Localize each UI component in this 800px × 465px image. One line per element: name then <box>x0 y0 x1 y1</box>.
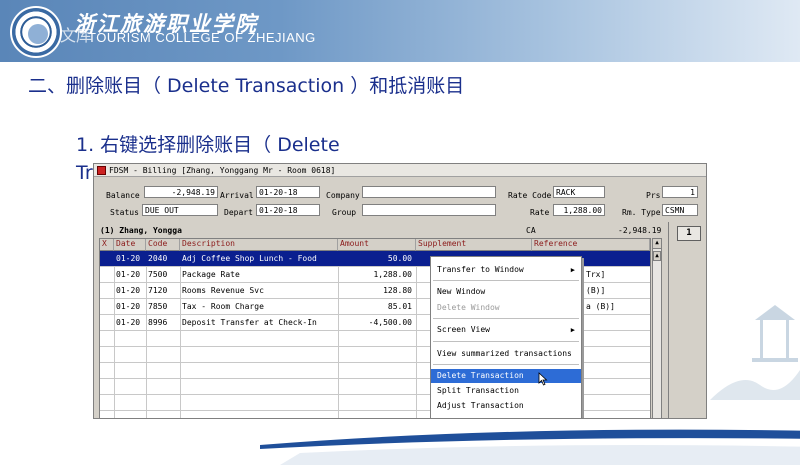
status-field: DUE OUT <box>142 204 218 216</box>
guest-balance: -2,948.19 <box>618 226 662 235</box>
row-description: Deposit Transfer at Check-In <box>182 318 317 327</box>
col-date[interactable]: Date <box>114 239 146 251</box>
col-supplement[interactable]: Supplement <box>416 239 532 251</box>
window-title: FDSM - Billing [Zhang, Yonggang Mr - Roo… <box>109 166 336 175</box>
row-date: 01-20 <box>116 254 141 263</box>
row-description: Rooms Revenue Svc <box>182 286 264 295</box>
arrival-label: Arrival <box>220 191 254 200</box>
group-field[interactable] <box>362 204 496 216</box>
row-date: 01-20 <box>116 318 141 327</box>
col-description[interactable]: Description <box>180 239 338 251</box>
submenu-arrow-icon: ▶ <box>570 266 575 274</box>
row-code: 7120 <box>148 286 168 295</box>
guest-header: (1) Zhang, Yongga CA -2,948.19 <box>98 224 666 236</box>
rate-label: Rate <box>530 208 550 217</box>
menu-item-label: Screen View <box>437 325 490 334</box>
menu-item-adjust-transaction[interactable]: Adjust Transaction <box>431 399 581 413</box>
rate-code-label: Rate Code <box>508 191 552 200</box>
scroll-top-icon[interactable]: ▲ <box>653 239 661 249</box>
slide-heading: 二、删除账目（ Delete Transaction ）和抵消账目 <box>28 75 465 97</box>
submenu-arrow-icon: ▶ <box>570 326 575 334</box>
row-description: Adj Coffee Shop Lunch - Food <box>182 254 317 263</box>
row-amount: 85.01 <box>387 302 412 311</box>
status-label: Status <box>110 208 139 217</box>
row-code: 8996 <box>148 318 168 327</box>
menu-item-transfer-to-window[interactable]: Transfer to Window ▶ <box>431 263 581 277</box>
header-banner: 浙江旅游职业学院 文库 TOURISM COLLEGE OF ZHEJIANG <box>0 0 800 62</box>
billing-window: FDSM - Billing [Zhang, Yonggang Mr - Roo… <box>93 163 707 419</box>
scroll-up-icon[interactable]: ▲ <box>653 251 661 261</box>
rm-type-label: Rm. Type <box>622 208 661 217</box>
pavilion-decoration <box>710 305 800 400</box>
window-side-panel: 1 <box>668 222 706 418</box>
company-field[interactable] <box>362 186 496 198</box>
window-titlebar: FDSM - Billing [Zhang, Yonggang Mr - Roo… <box>94 164 706 177</box>
row-reference: Trx] <box>586 270 606 279</box>
row-date: 01-20 <box>116 270 141 279</box>
col-amount[interactable]: Amount <box>338 239 416 251</box>
row-date: 01-20 <box>116 302 141 311</box>
row-code: 7500 <box>148 270 168 279</box>
row-date: 01-20 <box>116 286 141 295</box>
college-logo <box>10 6 62 58</box>
rm-type-field[interactable]: CSMN <box>662 204 698 216</box>
rate-field[interactable]: 1,288.00 <box>553 204 605 216</box>
guest-name: (1) Zhang, Yongga <box>100 226 182 235</box>
menu-item-split-transaction[interactable]: Split Transaction <box>431 384 581 398</box>
mouse-cursor-icon <box>538 372 548 386</box>
context-menu: Transfer to Window ▶ New Window Delete W… <box>430 256 582 418</box>
row-amount: -4,500.00 <box>368 318 412 327</box>
menu-item-delete-window: Delete Window <box>437 303 500 312</box>
row-amount: 1,288.00 <box>373 270 412 279</box>
guest-currency: CA <box>526 226 536 235</box>
menu-item-delete-transaction[interactable]: Delete Transaction <box>431 369 581 383</box>
prs-field[interactable]: 1 <box>662 186 698 198</box>
arrival-field[interactable]: 01-20-18 <box>256 186 320 198</box>
depart-field[interactable]: 01-20-18 <box>256 204 320 216</box>
app-icon <box>97 166 106 175</box>
menu-item-new-window[interactable]: New Window <box>431 285 581 299</box>
prs-label: Prs <box>646 191 661 200</box>
window-page-button[interactable]: 1 <box>677 226 701 241</box>
row-reference: (B)] <box>586 286 606 295</box>
menu-item-label: Transfer to Window <box>437 265 524 274</box>
row-description: Package Rate <box>182 270 240 279</box>
company-label: Company <box>326 191 360 200</box>
row-description: Tax - Room Charge <box>182 302 264 311</box>
col-reference[interactable]: Reference <box>532 239 650 251</box>
depart-label: Depart <box>224 208 253 217</box>
college-name-en: TOURISM COLLEGE OF ZHEJIANG <box>88 30 316 45</box>
grid-scrollbar[interactable]: ▲ ▲ <box>652 238 662 418</box>
balance-label: Balance <box>106 191 140 200</box>
row-amount: 50.00 <box>387 254 412 263</box>
col-x[interactable]: X <box>100 239 114 251</box>
row-amount: 128.80 <box>383 286 412 295</box>
group-label: Group <box>332 208 357 217</box>
rate-code-field[interactable]: RACK <box>553 186 605 198</box>
row-code: 7850 <box>148 302 168 311</box>
row-reference: a (B)] <box>586 302 615 311</box>
menu-item-view-summarized[interactable]: View summarized transactions <box>431 347 581 361</box>
col-code[interactable]: Code <box>146 239 180 251</box>
menu-item-screen-view[interactable]: Screen View ▶ <box>431 323 581 337</box>
row-code: 2040 <box>148 254 168 263</box>
balance-field: -2,948.19 <box>144 186 218 198</box>
